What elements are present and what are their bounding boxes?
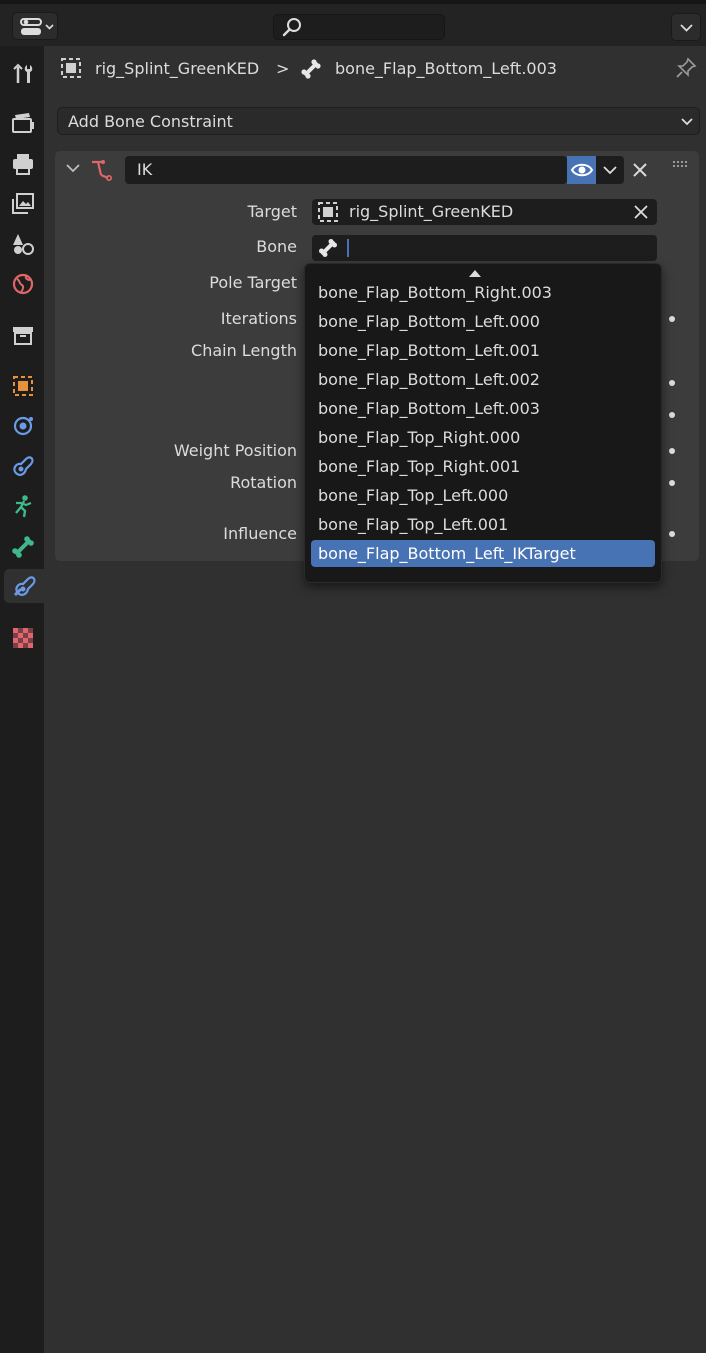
properties-tab-bar bbox=[0, 46, 44, 1353]
bone-option[interactable]: bone_Flap_Top_Left.000 bbox=[311, 482, 655, 509]
close-icon[interactable] bbox=[629, 159, 651, 181]
tab-view-layer[interactable] bbox=[6, 187, 40, 221]
keyframe-dot[interactable] bbox=[669, 380, 675, 386]
object-data-icon bbox=[318, 202, 338, 222]
physics-icon bbox=[13, 416, 33, 436]
breadcrumb-separator: > bbox=[276, 59, 290, 78]
tab-output[interactable] bbox=[6, 147, 40, 181]
chevron-down-icon bbox=[681, 118, 693, 126]
label-chain-length: Chain Length bbox=[191, 341, 297, 360]
tab-object[interactable] bbox=[6, 369, 40, 403]
tab-bone[interactable] bbox=[6, 530, 40, 564]
tab-object-constraints[interactable] bbox=[6, 449, 40, 483]
keyframe-dot[interactable] bbox=[669, 531, 675, 537]
breadcrumb-object[interactable]: rig_Splint_GreenKED bbox=[95, 59, 259, 78]
clear-icon[interactable] bbox=[632, 203, 650, 221]
object-constraint-icon bbox=[13, 456, 34, 476]
editor-type-button[interactable] bbox=[12, 12, 58, 40]
render-icon bbox=[12, 113, 34, 133]
eye-icon bbox=[570, 163, 593, 177]
label-target: Target bbox=[247, 202, 298, 221]
keyframe-dot[interactable] bbox=[669, 480, 675, 486]
label-iterations: Iterations bbox=[220, 309, 297, 328]
keyframe-dot[interactable] bbox=[669, 412, 675, 418]
label-influence: Influence bbox=[223, 524, 297, 543]
label-bone: Bone bbox=[256, 237, 297, 256]
breadcrumb-bone[interactable]: bone_Flap_Bottom_Left.003 bbox=[335, 59, 557, 78]
property-labels: Target Bone Pole Target Iterations Chain… bbox=[55, 151, 297, 561]
tab-object-data[interactable] bbox=[6, 489, 40, 523]
bone-field[interactable] bbox=[312, 235, 657, 261]
bone-option[interactable]: bone_Flap_Bottom_Right.003 bbox=[311, 279, 655, 306]
constraint-visibility-toggle[interactable] bbox=[567, 156, 596, 184]
breadcrumb: rig_Splint_GreenKED > bone_Flap_Bottom_L… bbox=[44, 46, 706, 92]
bone-option[interactable]: bone_Flap_Bottom_Left.000 bbox=[311, 308, 655, 335]
tool-icon bbox=[13, 63, 33, 83]
scroll-up-arrow-icon[interactable] bbox=[467, 267, 483, 279]
bone-option[interactable]: bone_Flap_Top_Left.001 bbox=[311, 511, 655, 538]
texture-icon bbox=[13, 628, 33, 648]
tab-physics[interactable] bbox=[6, 409, 40, 443]
view-layer-icon bbox=[12, 193, 34, 214]
tab-collection[interactable] bbox=[6, 318, 40, 352]
bone-option[interactable]: bone_Flap_Bottom_Left_IKTarget bbox=[311, 540, 655, 567]
add-bone-constraint-dropdown[interactable]: Add Bone Constraint bbox=[57, 107, 700, 135]
bone-option[interactable]: bone_Flap_Top_Right.001 bbox=[311, 453, 655, 480]
label-pole-target: Pole Target bbox=[209, 273, 297, 292]
add-bone-constraint-label: Add Bone Constraint bbox=[68, 112, 233, 131]
header-bar bbox=[0, 0, 706, 46]
scene-icon bbox=[13, 234, 34, 255]
tab-bone-constraints[interactable] bbox=[4, 569, 44, 603]
label-weight-position: Weight Position bbox=[173, 441, 297, 460]
world-icon bbox=[12, 273, 34, 295]
properties-editor-icon bbox=[20, 18, 54, 35]
tab-scene[interactable] bbox=[6, 227, 40, 261]
bone-option[interactable]: bone_Flap_Top_Right.000 bbox=[311, 424, 655, 451]
bone-icon bbox=[12, 536, 34, 558]
search-icon bbox=[282, 18, 301, 37]
label-rotation: Rotation bbox=[230, 473, 297, 492]
chevron-down-icon bbox=[680, 24, 693, 32]
text-cursor bbox=[347, 239, 349, 257]
target-value: rig_Splint_GreenKED bbox=[349, 202, 514, 221]
constraint-options-dropdown[interactable] bbox=[596, 156, 624, 184]
bone-icon bbox=[319, 239, 337, 257]
properties-main: rig_Splint_GreenKED > bone_Flap_Bottom_L… bbox=[44, 46, 706, 1353]
armature-data-icon bbox=[15, 495, 32, 518]
keyframe-dot[interactable] bbox=[669, 448, 675, 454]
output-icon bbox=[13, 154, 33, 175]
search-input[interactable] bbox=[273, 14, 445, 40]
drag-handle-icon[interactable] bbox=[672, 159, 690, 169]
bone-option[interactable]: bone_Flap_Bottom_Left.001 bbox=[311, 337, 655, 364]
pin-icon[interactable] bbox=[674, 56, 698, 80]
bone-option[interactable]: bone_Flap_Bottom_Left.003 bbox=[311, 395, 655, 422]
bone-icon bbox=[301, 59, 321, 79]
tab-render[interactable] bbox=[6, 106, 40, 140]
collection-icon bbox=[13, 327, 33, 345]
tab-tool[interactable] bbox=[6, 57, 40, 91]
bone-option[interactable]: bone_Flap_Bottom_Left.002 bbox=[311, 366, 655, 393]
keyframe-dot[interactable] bbox=[669, 316, 675, 322]
object-icon bbox=[13, 376, 33, 396]
bone-constraint-icon bbox=[13, 576, 36, 597]
bone-search-popup: bone_Flap_Bottom_Right.003 bone_Flap_Bott… bbox=[304, 263, 662, 583]
target-field[interactable]: rig_Splint_GreenKED bbox=[312, 199, 657, 225]
chevron-down-icon bbox=[603, 166, 617, 175]
tab-texture[interactable] bbox=[6, 621, 40, 655]
tab-world[interactable] bbox=[6, 267, 40, 301]
options-dropdown-button[interactable] bbox=[671, 13, 701, 41]
object-data-icon bbox=[61, 58, 81, 78]
